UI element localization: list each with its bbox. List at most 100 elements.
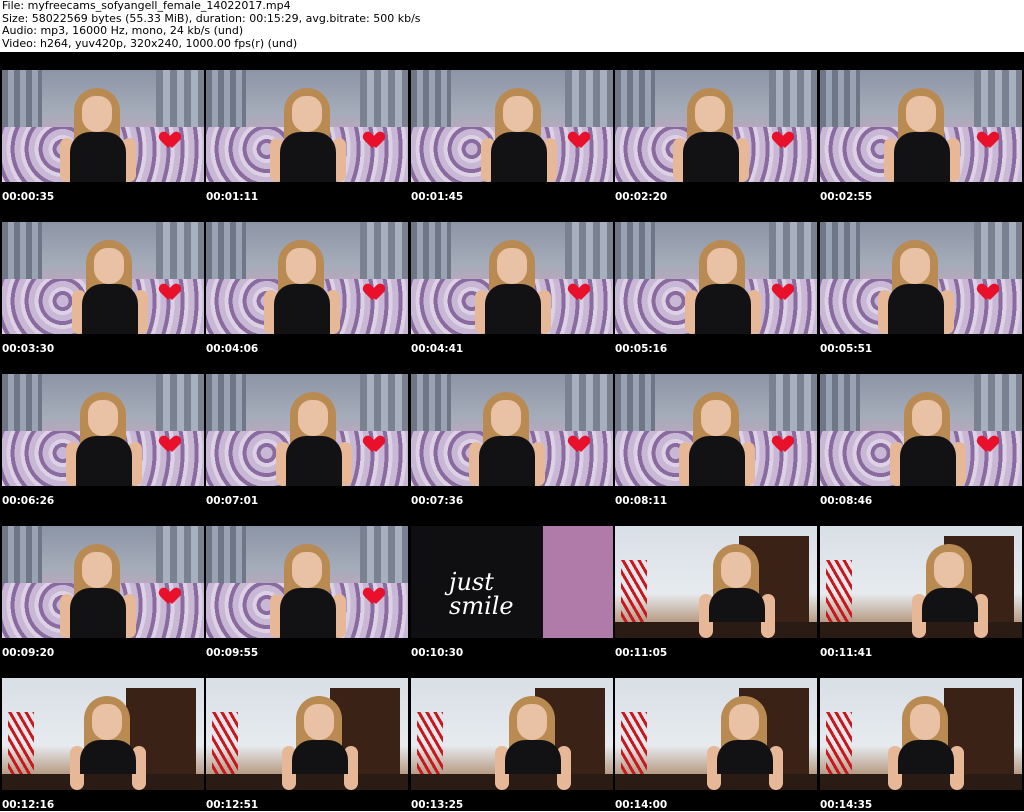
thumbnail-image[interactable] [820, 526, 1022, 638]
thumbnail-cell[interactable]: 00:08:11 [613, 356, 817, 508]
thumbnail-cell[interactable]: 00:09:55 [204, 508, 408, 660]
thumbnail-image[interactable] [615, 678, 817, 790]
person [880, 690, 970, 790]
person [665, 82, 755, 182]
thumbnail-cell[interactable]: just smile 00:10:30 [409, 508, 613, 660]
thumbnail-cell[interactable]: 00:07:01 [204, 356, 408, 508]
thumbnail-image[interactable] [615, 526, 817, 638]
shirt-word: just [449, 568, 494, 596]
timestamp-label: 00:03:30 [2, 343, 55, 355]
timestamp-label: 00:10:30 [411, 647, 464, 659]
thumbnail-image[interactable] [2, 70, 204, 182]
timestamp-label: 00:12:51 [206, 799, 259, 811]
thumbnail-cell[interactable]: 00:08:46 [818, 356, 1022, 508]
file-info-header: File: myfreecams_sofyangell_female_14022… [2, 0, 421, 50]
thumbnail-cell[interactable]: 00:01:45 [409, 52, 613, 204]
person [671, 386, 761, 486]
thumbnail-cell[interactable]: 00:14:00 [613, 660, 817, 812]
decorative-plant [621, 560, 647, 630]
decorative-plant [826, 712, 852, 782]
thumbnail-image[interactable] [2, 374, 204, 486]
thumbnail-image[interactable] [206, 374, 408, 486]
heart-balloon-icon [366, 284, 382, 300]
timestamp-label: 00:05:51 [820, 343, 873, 355]
thumbnail-cell[interactable]: 00:07:36 [409, 356, 613, 508]
person [467, 234, 557, 334]
thumbnail-image[interactable] [615, 222, 817, 334]
thumbnail-cell[interactable]: 00:12:16 [0, 660, 204, 812]
person [473, 82, 563, 182]
person [677, 234, 767, 334]
thumbnail-cell[interactable]: 00:02:20 [613, 52, 817, 204]
person [870, 234, 960, 334]
person [699, 690, 789, 790]
thumbnail-image[interactable] [820, 678, 1022, 790]
thumbnail-cell[interactable]: 00:02:55 [818, 52, 1022, 204]
thumbnail-image[interactable] [206, 222, 408, 334]
thumbnail-row: 00:06:26 00:07:01 00:07:36 00:08:11 00:08:46 [0, 356, 1024, 508]
video-line: Video: h264, yuv420p, 320x240, 1000.00 f… [2, 36, 298, 50]
thumbnail-cell[interactable]: 00:05:16 [613, 204, 817, 356]
heart-balloon-icon [162, 436, 178, 452]
person [876, 82, 966, 182]
timestamp-label: 00:02:20 [615, 191, 668, 203]
timestamp-label: 00:14:00 [615, 799, 668, 811]
decorative-plant [8, 712, 34, 782]
person [268, 386, 358, 486]
person [256, 234, 346, 334]
thumbnail-image[interactable] [206, 526, 408, 638]
thumbnail-cell[interactable]: 00:09:20 [0, 508, 204, 660]
thumbnail-cell[interactable]: 00:03:30 [0, 204, 204, 356]
heart-balloon-icon [162, 132, 178, 148]
heart-balloon-icon [162, 284, 178, 300]
heart-balloon-icon [162, 588, 178, 604]
thumbnail-cell[interactable]: 00:04:06 [204, 204, 408, 356]
thumbnail-image[interactable] [206, 678, 408, 790]
thumbnail-row: 00:03:30 00:04:06 00:04:41 00:05:16 00:05:51 [0, 204, 1024, 356]
heart-balloon-icon [775, 132, 791, 148]
thumbnail-image[interactable] [820, 70, 1022, 182]
timestamp-label: 00:11:05 [615, 647, 668, 659]
background [543, 526, 613, 638]
thumbnail-cell[interactable]: 00:06:26 [0, 356, 204, 508]
thumbnail-image[interactable]: just smile [411, 526, 613, 638]
timestamp-label: 00:02:55 [820, 191, 873, 203]
timestamp-label: 00:08:46 [820, 495, 873, 507]
thumbnail-cell[interactable]: 00:04:41 [409, 204, 613, 356]
heart-balloon-icon [571, 436, 587, 452]
thumbnail-cell[interactable]: 00:11:05 [613, 508, 817, 660]
thumbnail-image[interactable] [820, 374, 1022, 486]
heart-balloon-icon [571, 132, 587, 148]
thumbnail-cell[interactable]: 00:12:51 [204, 660, 408, 812]
thumbnail-image[interactable] [615, 374, 817, 486]
thumbnail-image[interactable] [2, 526, 204, 638]
thumbnail-image[interactable] [2, 222, 204, 334]
thumbnail-image[interactable] [411, 222, 613, 334]
thumbnail-image[interactable] [411, 70, 613, 182]
thumbnail-cell[interactable]: 00:01:11 [204, 52, 408, 204]
thumbnail-image[interactable] [411, 374, 613, 486]
thumbnail-cell[interactable]: 00:13:25 [409, 660, 613, 812]
thumbnail-row: 00:00:35 00:01:11 00:01:45 00:02:20 00:02:55 [0, 52, 1024, 204]
thumbnail-row: 00:09:20 00:09:55 just smile 00:10:30 00:11:0… [0, 508, 1024, 660]
thumbnail-image[interactable] [206, 70, 408, 182]
timestamp-label: 00:04:41 [411, 343, 464, 355]
timestamp-label: 00:13:25 [411, 799, 464, 811]
timestamp-label: 00:01:45 [411, 191, 464, 203]
thumbnail-image[interactable] [2, 678, 204, 790]
thumbnail-image[interactable] [615, 70, 817, 182]
thumbnail-cell[interactable]: 00:14:35 [818, 660, 1022, 812]
thumbnail-cell[interactable]: 00:00:35 [0, 52, 204, 204]
timestamp-label: 00:04:06 [206, 343, 259, 355]
thumbnail-image[interactable] [411, 678, 613, 790]
heart-balloon-icon [980, 284, 996, 300]
shirt-text: just smile [449, 570, 514, 618]
thumbnail-cell[interactable]: 00:11:41 [818, 508, 1022, 660]
thumbnail-cell[interactable]: 00:05:51 [818, 204, 1022, 356]
heart-balloon-icon [366, 436, 382, 452]
heart-balloon-icon [980, 132, 996, 148]
person [52, 82, 142, 182]
file-line: File: myfreecams_sofyangell_female_14022… [2, 0, 291, 12]
decorative-plant [212, 712, 238, 782]
thumbnail-image[interactable] [820, 222, 1022, 334]
